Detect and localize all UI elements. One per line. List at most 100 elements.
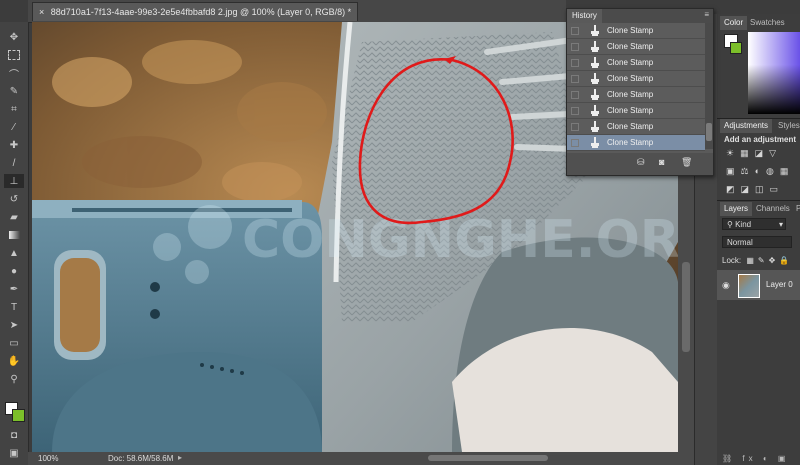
blur-tool-icon[interactable]: ▲ [4, 246, 24, 260]
history-source-checkbox[interactable] [571, 139, 579, 147]
document-tab[interactable]: × 88d710a1-7f13-4aae-99e3-2e5e4fbbafd8 2… [32, 2, 359, 21]
adjustment-icons-row-2[interactable]: ▣⚖◐◍▦ [726, 166, 794, 177]
healing-brush-tool-icon[interactable]: ✚ [4, 138, 24, 152]
tools-panel: ✥ ⌒ ✎ ⌗ ⁄ ✚ / ⊥ ↺ ▰ ▲ ● ✒ T ➤ ▭ ✋ ⚲ ◘ ▣ [0, 22, 29, 465]
history-scrollbar[interactable] [705, 23, 713, 149]
new-document-from-state-icon[interactable]: ⛁ [637, 157, 645, 168]
layer-row-layer-0[interactable]: ◉ Layer 0 [716, 270, 800, 300]
visibility-eye-icon[interactable]: ◉ [722, 280, 730, 291]
history-item-label: Clone Stamp [607, 26, 654, 35]
document-tab-close-icon[interactable]: × [39, 7, 44, 17]
eraser-tool-icon[interactable]: ▰ [4, 210, 24, 224]
type-tool-icon[interactable]: T [4, 300, 24, 314]
status-arrow-icon[interactable]: ▸ [178, 453, 182, 462]
chevron-down-icon: ▾ [778, 220, 783, 229]
tab-styles[interactable]: Styles [774, 119, 800, 133]
layer-thumbnail [738, 274, 760, 298]
brush-tool-icon[interactable]: / [4, 156, 24, 170]
history-source-checkbox[interactable] [571, 91, 579, 99]
shape-tool-icon[interactable]: ▭ [4, 336, 24, 350]
history-source-checkbox[interactable] [571, 107, 579, 115]
path-select-tool-icon[interactable]: ➤ [4, 318, 24, 332]
clone-stamp-icon [591, 137, 599, 148]
vertical-scroll-thumb[interactable] [682, 262, 690, 352]
kind-filter-label: Kind [735, 220, 752, 229]
history-item-label: Clone Stamp [607, 42, 654, 51]
tab-layers[interactable]: Layers [720, 202, 753, 216]
eyedropper-tool-icon[interactable]: ⁄ [4, 120, 24, 134]
marquee-tool-icon[interactable] [4, 48, 24, 62]
history-panel-title[interactable]: History [567, 9, 602, 23]
history-panel-header: History ≡ [567, 9, 713, 23]
history-source-checkbox[interactable] [571, 75, 579, 83]
tab-adjustments[interactable]: Adjustments [720, 119, 773, 133]
history-item[interactable]: Clone Stamp [567, 87, 705, 103]
lock-icons[interactable]: ▦✎✥🔒 [746, 256, 793, 265]
history-scroll-thumb[interactable] [706, 123, 712, 141]
right-panels: Color Swatches Adjustments Styles Add an… [716, 14, 800, 465]
crop-tool-icon[interactable]: ⌗ [4, 102, 24, 116]
blend-mode-select[interactable]: Normal [722, 236, 792, 248]
history-source-checkbox[interactable] [571, 43, 579, 51]
document-tab-title: 88d710a1-7f13-4aae-99e3-2e5e4fbbafd8 2.j… [50, 7, 352, 17]
quick-select-tool-icon[interactable]: ✎ [4, 84, 24, 98]
move-tool-icon[interactable]: ✥ [4, 30, 24, 44]
tab-paths[interactable]: Paths [792, 202, 800, 216]
history-item[interactable]: Clone Stamp [567, 71, 705, 87]
clone-stamp-icon [591, 121, 599, 132]
history-item[interactable]: Clone Stamp [567, 23, 705, 39]
clone-stamp-icon [591, 25, 599, 36]
dodge-tool-icon[interactable]: ● [4, 264, 24, 278]
color-background-swatch[interactable] [730, 42, 742, 54]
clone-stamp-icon [591, 57, 599, 68]
clone-stamp-tool-icon[interactable]: ⊥ [4, 174, 24, 188]
pen-tool-icon[interactable]: ✒ [4, 282, 24, 296]
screen-mode-icon[interactable]: ▣ [4, 446, 24, 460]
history-brush-tool-icon[interactable]: ↺ [4, 192, 24, 206]
lock-row: Lock: ▦✎✥🔒 [722, 256, 793, 265]
history-item[interactable]: Clone Stamp [567, 119, 705, 135]
layers-footer-icons[interactable]: ⛓ fx ◐ ▣ [716, 454, 800, 465]
zoom-tool-icon[interactable]: ⚲ [4, 372, 24, 386]
adjustment-icons-row-3[interactable]: ◩◪◫▭ [726, 184, 784, 195]
history-source-checkbox[interactable] [571, 59, 579, 67]
gradient-tool-icon[interactable] [4, 228, 24, 242]
trash-icon[interactable]: 🗑 [681, 157, 692, 168]
layer-kind-filter[interactable]: ⚲ Kind ▾ [722, 218, 786, 230]
lock-label: Lock: [722, 256, 742, 265]
document-tab-bar: × 88d710a1-7f13-4aae-99e3-2e5e4fbbafd8 2… [28, 0, 566, 23]
layer-name[interactable]: Layer 0 [766, 280, 793, 289]
doc-size: Doc: 58.6M/58.6M [108, 454, 174, 463]
history-item[interactable]: Clone Stamp [567, 39, 705, 55]
history-item[interactable]: Clone Stamp [567, 103, 705, 119]
history-item-label: Clone Stamp [607, 106, 654, 115]
hand-tool-icon[interactable]: ✋ [4, 354, 24, 368]
history-item-label: Clone Stamp [607, 90, 654, 99]
status-bar: 100% Doc: 58.6M/58.6M ▸ [28, 452, 694, 465]
blend-mode-label: Normal [727, 238, 753, 247]
zoom-level[interactable]: 100% [38, 454, 58, 463]
kind-search-icon: ⚲ [727, 220, 733, 229]
tab-color[interactable]: Color [720, 16, 748, 30]
clone-stamp-icon [591, 41, 599, 52]
quick-mask-icon[interactable]: ◘ [4, 428, 24, 442]
watermark-text: CONGNGHE.ORG [242, 210, 678, 270]
history-item[interactable]: Clone Stamp [567, 55, 705, 71]
adjustments-subtitle: Add an adjustment [724, 135, 797, 144]
history-item[interactable]: Clone Stamp [567, 135, 705, 151]
color-picker-field[interactable] [748, 32, 800, 114]
lasso-tool-icon[interactable]: ⌒ [4, 66, 24, 81]
panel-menu-icon[interactable]: ≡ [704, 10, 709, 19]
new-snapshot-icon[interactable]: ◙ [659, 157, 664, 167]
history-source-checkbox[interactable] [571, 27, 579, 35]
background-color-swatch[interactable] [12, 409, 25, 422]
horizontal-scroll-thumb[interactable] [428, 455, 548, 461]
clone-stamp-icon [591, 89, 599, 100]
history-panel: History ≡ Clone Stamp Clone Stamp Clone St… [566, 8, 714, 176]
adjustment-icons-row-1[interactable]: ☀▦◪▽ [726, 148, 782, 159]
tab-channels[interactable]: Channels [752, 202, 794, 216]
clone-stamp-icon [591, 105, 599, 116]
history-item-label: Clone Stamp [607, 138, 654, 147]
history-source-checkbox[interactable] [571, 123, 579, 131]
tab-swatches[interactable]: Swatches [746, 16, 789, 30]
